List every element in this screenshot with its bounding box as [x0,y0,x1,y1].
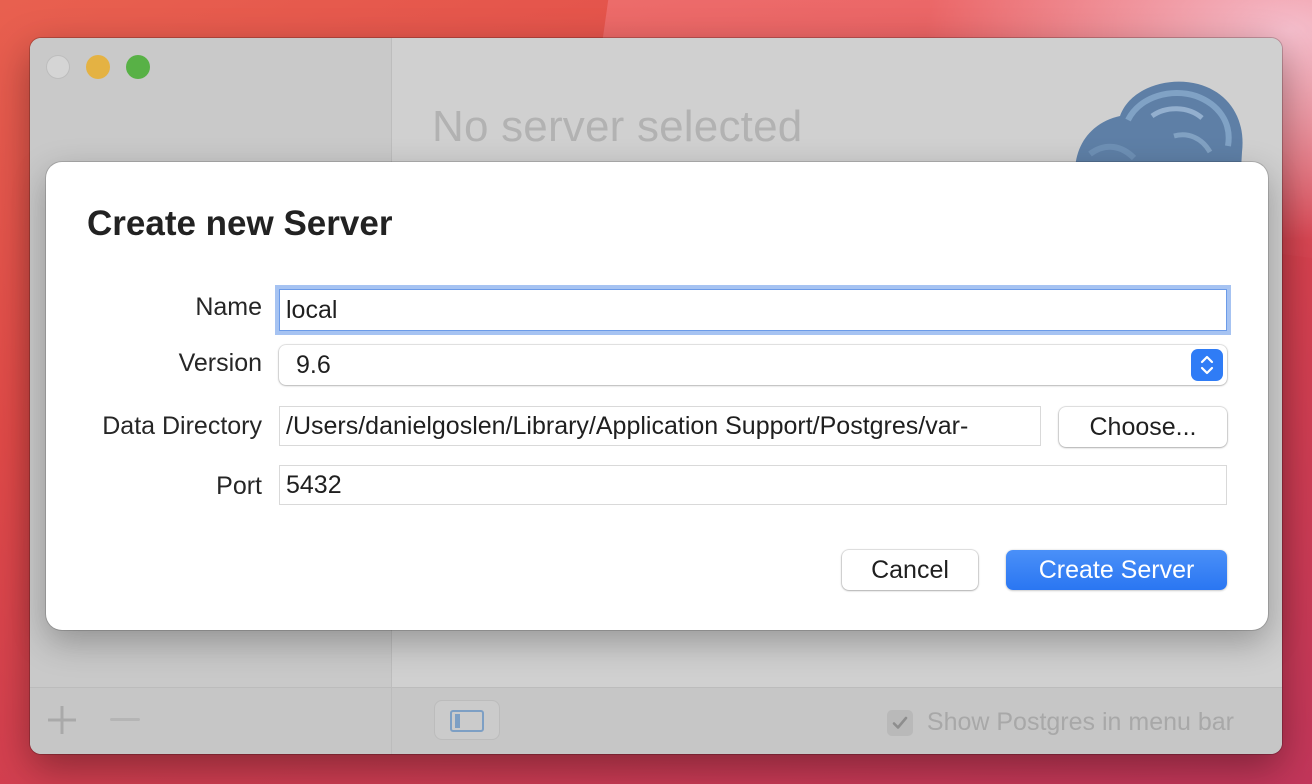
port-label: Port [216,472,262,500]
chevron-up-down-icon[interactable] [1191,349,1223,381]
version-value: 9.6 [296,350,331,379]
sidebar-icon [450,710,484,732]
cancel-button[interactable]: Cancel [842,550,978,590]
data-directory-field[interactable]: /Users/danielgoslen/Library/Application … [279,406,1041,446]
data-directory-label: Data Directory [102,412,262,440]
version-select[interactable]: 9.6 [279,345,1227,385]
dialog-title: Create new Server [87,204,393,243]
show-in-menubar-checkbox[interactable] [886,709,913,736]
toggle-sidebar-button[interactable] [434,700,500,740]
add-server-button plus-icon[interactable] [46,704,78,736]
show-in-menubar-option[interactable]: Show Postgres in menu bar [886,708,1234,737]
port-field[interactable]: 5432 [279,465,1227,505]
create-server-button[interactable]: Create Server [1006,550,1227,590]
name-label: Name [195,293,262,321]
window-footer: Show Postgres in menu bar [30,687,1282,754]
choose-directory-button[interactable]: Choose... [1059,407,1227,447]
show-in-menubar-label: Show Postgres in menu bar [926,708,1234,736]
checkmark-icon [892,716,908,729]
footer-divider [391,688,392,754]
version-label: Version [178,349,262,377]
zoom-window-button[interactable] [126,55,150,79]
close-window-button[interactable] [46,55,70,79]
name-field[interactable]: local [279,289,1227,331]
empty-state-title: No server selected [432,102,803,151]
minimize-window-button[interactable] [86,55,110,79]
remove-server-button minus-icon[interactable] [110,718,140,721]
create-server-dialog: Create new Server Name local Version 9.6… [46,162,1268,630]
